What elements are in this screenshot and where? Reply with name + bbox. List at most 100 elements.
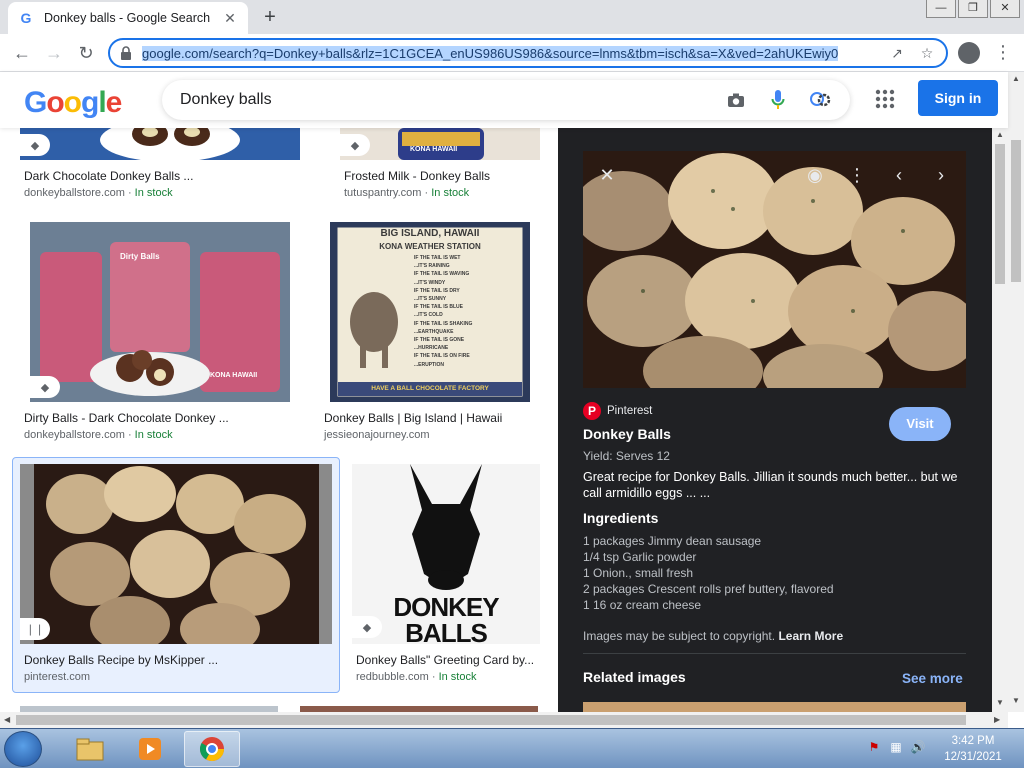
- result-card-selected[interactable]: ❘❘ Donkey Balls Recipe by MsKipper ... p…: [20, 464, 332, 686]
- visit-button[interactable]: Visit: [889, 407, 951, 441]
- bookmark-star-icon[interactable]: ☆: [916, 42, 938, 64]
- result-thumbnail[interactable]: ◆: [20, 128, 300, 160]
- apps-grid-icon[interactable]: [874, 88, 898, 112]
- horizontal-scrollbar[interactable]: ◀ ▶: [0, 712, 1008, 728]
- minimize-button[interactable]: —: [926, 0, 956, 18]
- result-title[interactable]: Donkey Balls" Greeting Card by...: [356, 653, 540, 667]
- tab-strip: G Donkey balls - Google Search ✕ + — ❐ ✕: [0, 0, 1024, 34]
- scroll-up-arrow-icon[interactable]: ▲: [1012, 74, 1020, 83]
- weather-rule-line: ...IT'S COLD: [414, 312, 443, 319]
- result-title[interactable]: Dark Chocolate Donkey Balls ...: [24, 169, 193, 183]
- address-bar[interactable]: google.com/search?q=Donkey+balls&rlz=1C1…: [108, 38, 948, 68]
- scroll-left-arrow-icon[interactable]: ◀: [4, 715, 10, 724]
- weather-rule-line: IF THE TAIL IS WAVING: [414, 271, 470, 278]
- logo-letter: o: [63, 86, 82, 119]
- scroll-down-arrow-icon[interactable]: ▼: [996, 698, 1004, 707]
- result-thumbnail[interactable]: BIG ISLAND, HAWAII KONA WEATHER STATION …: [330, 222, 530, 402]
- scroll-down-arrow-icon[interactable]: ▼: [1012, 696, 1020, 705]
- weather-rule-line: ...HURRICANE: [414, 345, 449, 352]
- result-card[interactable]: DONKEY BALLS ◆ Donkey Balls" Greeting Ca…: [352, 464, 542, 686]
- camera-icon[interactable]: [724, 88, 748, 112]
- network-icon[interactable]: ▦: [888, 739, 904, 755]
- tab-google-search[interactable]: G Donkey balls - Google Search ✕: [8, 2, 248, 34]
- more-options-icon[interactable]: ⋮: [843, 161, 871, 189]
- logo-letter: e: [105, 86, 123, 119]
- ingredient-item: 1 16 oz cream cheese: [583, 598, 702, 612]
- result-thumbnail[interactable]: KONA HAWAII ◆: [340, 128, 540, 160]
- file-explorer-taskbar-icon[interactable]: [62, 731, 118, 767]
- lock-icon[interactable]: [118, 45, 134, 61]
- tag-icon: ◆: [352, 616, 382, 638]
- image-preview-panel: ✕ ◉ ⋮ ‹ › P Pinterest Donkey Balls Visit…: [558, 128, 992, 712]
- stock-status: In stock: [431, 187, 470, 199]
- tab-close-icon[interactable]: ✕: [222, 10, 238, 26]
- weather-rule-line: IF THE TAIL IS SHAKING: [414, 320, 473, 327]
- result-title[interactable]: Dirty Balls - Dark Chocolate Donkey ...: [24, 411, 229, 425]
- url-selection: google.com/search?q=Donkey+balls&rlz=1C1…: [142, 45, 839, 61]
- result-thumbnail[interactable]: Dirty Balls KONA HAWAII ◆: [30, 222, 290, 402]
- taskbar-clock[interactable]: 3:42 PM 12/31/2021: [938, 733, 1008, 765]
- result-card[interactable]: Dirty Balls KONA HAWAII ◆ Dirty Balls - …: [20, 222, 300, 442]
- result-thumbnail[interactable]: DONKEY BALLS ◆: [352, 464, 540, 644]
- microphone-icon[interactable]: [766, 88, 790, 112]
- restore-button[interactable]: ❐: [958, 0, 988, 18]
- search-query[interactable]: Donkey balls: [180, 91, 706, 109]
- volume-icon[interactable]: 🔊: [910, 739, 926, 755]
- result-card[interactable]: BIG ISLAND, HAWAII KONA WEATHER STATION …: [320, 222, 540, 442]
- share-icon[interactable]: ↗: [886, 42, 908, 64]
- result-title[interactable]: Donkey Balls | Big Island | Hawaii: [324, 411, 502, 425]
- ingredients-list: 1 packages Jimmy dean sausage 1/4 tsp Ga…: [583, 533, 834, 613]
- horizontal-scroll-thumb[interactable]: [16, 715, 966, 725]
- learn-more-link[interactable]: Learn More: [778, 629, 843, 643]
- preview-title[interactable]: Donkey Balls: [583, 426, 671, 442]
- search-settings-gear-icon[interactable]: [808, 88, 832, 112]
- source-name: Pinterest: [607, 405, 653, 417]
- scroll-up-arrow-icon[interactable]: ▲: [996, 130, 1004, 139]
- source-line[interactable]: P Pinterest: [583, 402, 652, 420]
- google-favicon-icon: G: [20, 10, 32, 26]
- forward-arrow-icon[interactable]: →: [42, 42, 66, 64]
- result-card[interactable]: ◆ Dark Chocolate Donkey Balls ... donkey…: [20, 128, 300, 199]
- tab-title: Donkey balls - Google Search: [44, 11, 211, 25]
- back-arrow-icon[interactable]: ←: [10, 42, 34, 64]
- search-box[interactable]: Donkey balls: [162, 80, 850, 120]
- page-scroll-thumb[interactable]: [1011, 140, 1021, 282]
- result-title[interactable]: Donkey Balls Recipe by MsKipper ...: [24, 653, 218, 667]
- tag-icon: ◆: [30, 376, 60, 398]
- panel-scrollbar[interactable]: ▲ ▼: [992, 128, 1008, 712]
- browser-toolbar: ← → ↻ google.com/search?q=Donkey+balls&r…: [0, 34, 1024, 72]
- logo-letter: g: [81, 86, 99, 119]
- sign-in-button[interactable]: Sign in: [918, 80, 998, 116]
- see-more-link[interactable]: See more: [902, 671, 963, 686]
- close-window-button[interactable]: ✕: [990, 0, 1020, 18]
- result-card[interactable]: KONA HAWAII ◆ Frosted Milk - Donkey Ball…: [340, 128, 540, 199]
- reload-icon[interactable]: ↻: [74, 42, 98, 64]
- related-images-strip[interactable]: [583, 702, 966, 712]
- result-thumbnail[interactable]: ❘❘: [20, 464, 332, 644]
- tag-icon: ◆: [20, 134, 50, 156]
- chrome-taskbar-icon[interactable]: [184, 731, 240, 767]
- new-tab-button[interactable]: +: [258, 6, 282, 30]
- url-text[interactable]: google.com/search?q=Donkey+balls&rlz=1C1…: [142, 45, 878, 61]
- copyright-text: Images may be subject to copyright.: [583, 629, 776, 643]
- result-title[interactable]: Frosted Milk - Donkey Balls: [344, 169, 490, 183]
- recipe-yield: Yield: Serves 12: [583, 449, 670, 463]
- previous-image-icon[interactable]: ‹: [885, 161, 913, 189]
- logo-letter: G: [24, 86, 47, 119]
- close-preview-icon[interactable]: ✕: [593, 161, 621, 189]
- start-button[interactable]: [4, 731, 42, 767]
- action-center-flag-icon[interactable]: ⚑: [866, 739, 882, 755]
- thumb-text: KONA HAWAII: [210, 372, 258, 379]
- chrome-menu-icon[interactable]: ⋮: [992, 42, 1014, 64]
- result-source: jessieonajourney.com: [324, 429, 430, 441]
- weather-rule-line: IF THE TAIL IS WET: [414, 255, 461, 261]
- page-vertical-scrollbar[interactable]: ▲ ▼: [1008, 72, 1024, 712]
- lens-search-icon[interactable]: ◉: [801, 161, 829, 189]
- media-player-taskbar-icon[interactable]: [122, 731, 178, 767]
- next-image-icon[interactable]: ›: [927, 161, 955, 189]
- google-logo[interactable]: Google: [24, 86, 123, 120]
- scroll-right-arrow-icon[interactable]: ▶: [994, 715, 1000, 724]
- panel-scroll-thumb[interactable]: [995, 144, 1005, 284]
- thumb-text: BIG ISLAND, HAWAII: [380, 228, 480, 239]
- profile-avatar-icon[interactable]: [958, 42, 980, 64]
